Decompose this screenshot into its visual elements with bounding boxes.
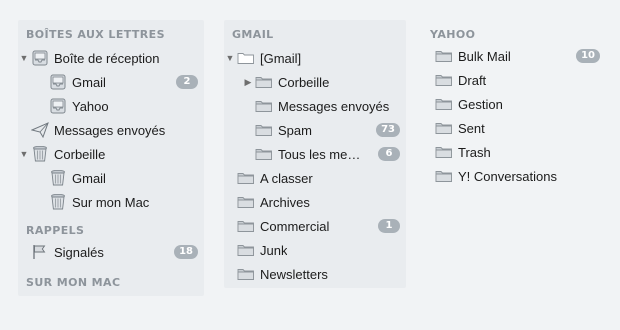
on-my-mac-title: SUR MON MAC bbox=[26, 276, 121, 289]
yahoo-panel: YAHOO Bulk Mail 10 Draft Gestion Sent Tr… bbox=[422, 20, 606, 196]
folder-icon bbox=[236, 170, 256, 186]
folder-icon bbox=[254, 74, 274, 90]
sidebar-item-inbox-gmail[interactable]: Gmail 2 bbox=[18, 71, 204, 93]
paper-plane-icon bbox=[30, 122, 50, 138]
folder-label: Corbeille bbox=[278, 74, 330, 90]
sidebar-item-label: Corbeille bbox=[54, 146, 106, 162]
folder-label: Commercial bbox=[260, 218, 330, 234]
sidebar-item-sent[interactable]: Messages envoyés bbox=[18, 119, 204, 141]
folder-label: Messages envoyés bbox=[278, 98, 390, 114]
folder-label: Newsletters bbox=[260, 266, 328, 282]
sidebar-item-inbox-yahoo[interactable]: Yahoo bbox=[18, 95, 204, 117]
disclosure-triangle-down-icon[interactable]: ▼ bbox=[18, 149, 30, 159]
folder-label: Sent bbox=[458, 120, 485, 136]
folder-archives[interactable]: Archives bbox=[224, 191, 406, 213]
folder-icon bbox=[236, 194, 256, 210]
folder-trash[interactable]: Trash bbox=[422, 141, 606, 163]
folder-bulk-mail[interactable]: Bulk Mail 10 bbox=[422, 45, 606, 67]
disclosure-triangle-down-icon[interactable]: ▼ bbox=[18, 53, 30, 63]
sidebar-item-label: Gmail bbox=[72, 170, 106, 186]
unread-count-badge: 6 bbox=[378, 147, 400, 161]
sidebar-item-trash-on-my-mac[interactable]: Sur mon Mac bbox=[18, 191, 204, 213]
folder-label: Bulk Mail bbox=[458, 48, 511, 64]
folder-a-classer[interactable]: A classer bbox=[224, 167, 406, 189]
folder-icon bbox=[254, 98, 274, 114]
folder-icon bbox=[434, 72, 454, 88]
sidebar-item-trash-gmail[interactable]: Gmail bbox=[18, 167, 204, 189]
folder-icon bbox=[434, 168, 454, 184]
sidebar-item-label: Sur mon Mac bbox=[72, 194, 150, 210]
folder-gmail-spam[interactable]: Spam 73 bbox=[224, 119, 406, 141]
folder-icon bbox=[434, 120, 454, 136]
unread-count-badge: 2 bbox=[176, 75, 198, 89]
folder-draft[interactable]: Draft bbox=[422, 69, 606, 91]
mailboxes-panel: BOÎTES AUX LETTRES ▼ Boîte de réception … bbox=[18, 20, 204, 296]
folder-label: Spam bbox=[278, 122, 312, 138]
folder-gmail-trash[interactable]: ▶ Corbeille bbox=[224, 71, 406, 93]
folder-icon bbox=[434, 96, 454, 112]
yahoo-title: YAHOO bbox=[430, 28, 476, 41]
folder-y-conversations[interactable]: Y! Conversations bbox=[422, 165, 606, 187]
disclosure-triangle-right-icon[interactable]: ▶ bbox=[242, 77, 254, 88]
sidebar-item-inbox[interactable]: ▼ Boîte de réception bbox=[18, 47, 204, 69]
folder-icon bbox=[254, 122, 274, 138]
unread-count-badge: 10 bbox=[576, 49, 600, 63]
sidebar-item-label: Gmail bbox=[72, 74, 106, 90]
inbox-icon bbox=[30, 50, 50, 66]
folder-icon bbox=[254, 146, 274, 162]
sidebar-item-label: Messages envoyés bbox=[54, 122, 166, 138]
folder-gmail-all-mail[interactable]: Tous les me… 6 bbox=[224, 143, 406, 165]
folder-icon bbox=[434, 48, 454, 64]
sidebar-item-flagged[interactable]: Signalés 18 bbox=[18, 241, 204, 263]
folder-label: A classer bbox=[260, 170, 313, 186]
inbox-icon bbox=[48, 98, 68, 114]
folder-label: Archives bbox=[260, 194, 310, 210]
folder-label: Gestion bbox=[458, 96, 503, 112]
folder-icon bbox=[236, 266, 256, 282]
folder-label: Y! Conversations bbox=[458, 168, 557, 184]
folder-icon bbox=[236, 242, 256, 258]
trash-icon bbox=[48, 170, 68, 186]
unread-count-badge: 1 bbox=[378, 219, 400, 233]
gmail-title: GMAIL bbox=[232, 28, 274, 41]
folder-label: Tous les me… bbox=[278, 146, 361, 162]
folder-junk[interactable]: Junk bbox=[224, 239, 406, 261]
folder-label: Junk bbox=[260, 242, 288, 258]
trash-icon bbox=[48, 194, 68, 210]
reminders-title: RAPPELS bbox=[26, 224, 85, 237]
trash-icon bbox=[30, 146, 50, 162]
folder-label: Draft bbox=[458, 72, 487, 88]
folder-sent[interactable]: Sent bbox=[422, 117, 606, 139]
sidebar-item-label: Yahoo bbox=[72, 98, 109, 114]
folder-label: Trash bbox=[458, 144, 491, 160]
gmail-panel: GMAIL ▼ [Gmail] ▶ Corbeille Messages env… bbox=[224, 20, 406, 288]
sidebar-item-trash[interactable]: ▼ Corbeille bbox=[18, 143, 204, 165]
disclosure-triangle-down-icon[interactable]: ▼ bbox=[224, 53, 236, 63]
folder-gmail-sent[interactable]: Messages envoyés bbox=[224, 95, 406, 117]
folder-icon bbox=[236, 218, 256, 234]
folder-label: [Gmail] bbox=[260, 50, 302, 66]
sidebar-item-label: Boîte de réception bbox=[54, 50, 160, 66]
folder-open-icon bbox=[236, 50, 256, 66]
flag-icon bbox=[30, 244, 50, 260]
count-badge: 18 bbox=[174, 245, 198, 259]
sidebar-item-label: Signalés bbox=[54, 244, 104, 260]
folder-gestion[interactable]: Gestion bbox=[422, 93, 606, 115]
folder-icon bbox=[434, 144, 454, 160]
mailboxes-title: BOÎTES AUX LETTRES bbox=[26, 28, 165, 41]
unread-count-badge: 73 bbox=[376, 123, 400, 137]
folder-gmail-root[interactable]: ▼ [Gmail] bbox=[224, 47, 406, 69]
inbox-icon bbox=[48, 74, 68, 90]
folder-newsletters[interactable]: Newsletters bbox=[224, 263, 406, 285]
folder-commercial[interactable]: Commercial 1 bbox=[224, 215, 406, 237]
